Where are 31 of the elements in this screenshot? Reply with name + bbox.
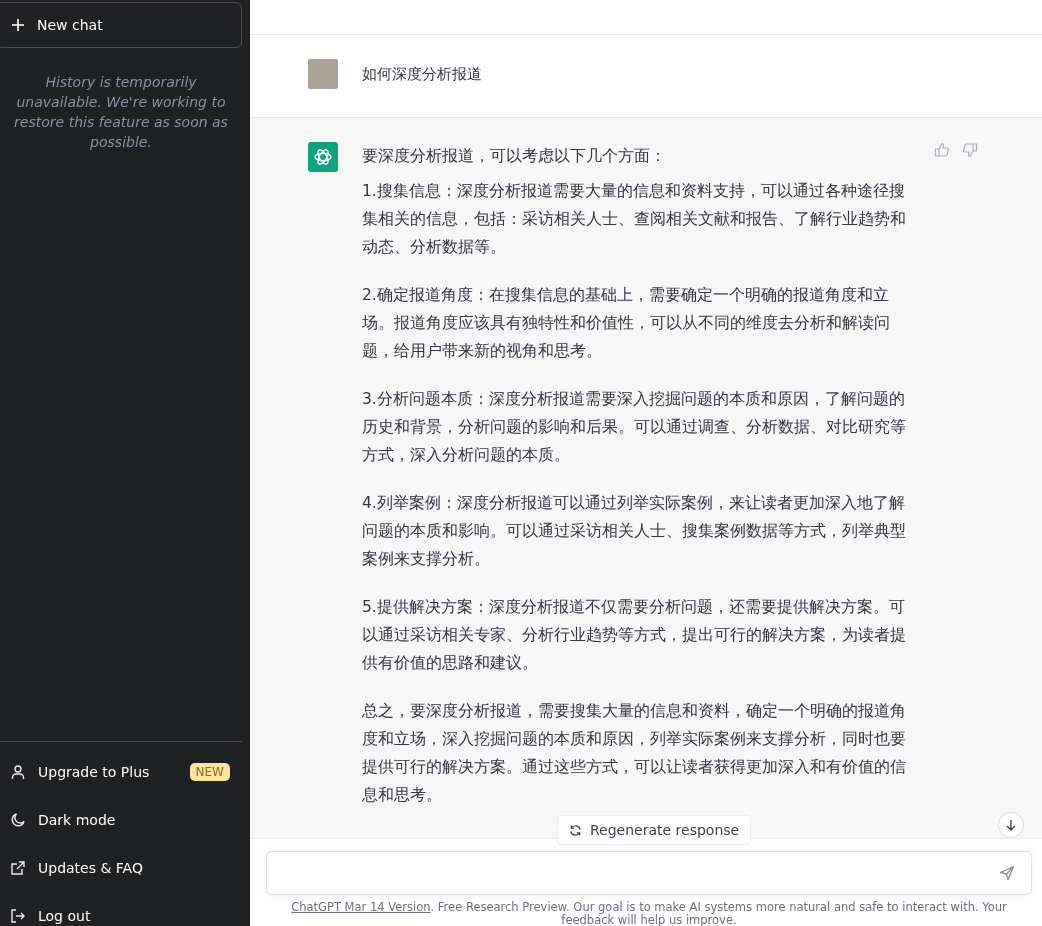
- footer-note: ChatGPT Mar 14 Version. Free Research Preview. Our goal is to make AI systems more natural and safe to interact with. Your feedback will help us improve.: [290, 901, 1008, 926]
- avatar-photo-placeholder: [308, 59, 338, 89]
- user-icon: [10, 764, 26, 780]
- message-input-field[interactable]: [266, 851, 1032, 895]
- external-link-icon: [10, 860, 26, 876]
- response-paragraph: 总之，要深度分析报道，需要搜集大量的信息和资料，确定一个明确的报道角度和立场，深入挖掘问题的本质和原因，列举实际案例来支撑分析，同时也要提供可行的解决方案。通过这些方式，可以让读者获得更加深入和有价值的信息和思考。: [362, 701, 907, 806]
- user-message: 如何深度分析报道: [362, 64, 482, 85]
- refresh-icon: [569, 823, 582, 837]
- thumbs-up-icon[interactable]: [934, 142, 950, 158]
- moon-icon: [10, 812, 26, 828]
- sidebar-menu-item[interactable]: Updates & FAQ: [0, 844, 242, 892]
- thumbs-down-icon[interactable]: [962, 142, 978, 158]
- response-paragraph: 2.确定报道角度：在搜集信息的基础上，需要确定一个明确的报道角度和立场。报道角度应该具有独特性和价值性，可以从不同的维度去分析和解读问题，给用户带来新的视角和思考。: [362, 285, 891, 362]
- down-arrow-icon: [1005, 819, 1017, 831]
- history-notice: History is temporarily unavailable. We're working to restore this feature as soon as possible.: [13, 73, 229, 152]
- regenerate-response-button[interactable]: Regenerate response: [557, 815, 752, 845]
- sidebar-menu-item[interactable]: Log out: [0, 892, 242, 926]
- response-paragraph: 1.搜集信息：深度分析报道需要大量的信息和资料支持，可以通过各种途径搜集相关的信息，包括：采访相关人士、查阅相关文献和报告、了解行业趋势和动态、分析数据等。: [362, 181, 907, 258]
- logout-icon: [10, 908, 26, 924]
- response-paragraph: 4.列举案例：深度分析报道可以通过列举实际案例，来让读者更加深入地了解问题的本质和影响。可以通过采访相关人士、搜集案例数据等方式，列举典型案例来支撑分析。: [362, 493, 907, 570]
- version-link[interactable]: ChatGPT Mar 14 Version: [291, 900, 431, 914]
- plus-icon: [11, 18, 25, 32]
- sidebar-menu-item[interactable]: Upgrade to Plus NEW: [0, 748, 242, 796]
- sidebar-menu-item[interactable]: Dark mode: [0, 796, 242, 844]
- response-paragraph: 要深度分析报道，可以考虑以下几个方面：: [362, 146, 667, 167]
- assistant-logo-icon: [308, 142, 338, 172]
- new-badge: NEW: [189, 763, 230, 781]
- new-chat-button[interactable]: New chat: [0, 2, 242, 48]
- response-paragraph: 3.分析问题本质：深度分析报道需要深入挖掘问题的本质和原因，了解问题的历史和背景，分析问题的影响和后果。可以通过调查、分析数据、对比研究等方式，深入分析问题的本质。: [362, 389, 907, 466]
- response-paragraph: 5.提供解决方案：深度分析报道不仅需要分析问题，还需要提供解决方案。可以通过采访相关专家、分析行业趋势等方式，提出可行的解决方案，为读者提供有价值的思路和建议。: [362, 597, 907, 674]
- send-icon[interactable]: [999, 865, 1015, 881]
